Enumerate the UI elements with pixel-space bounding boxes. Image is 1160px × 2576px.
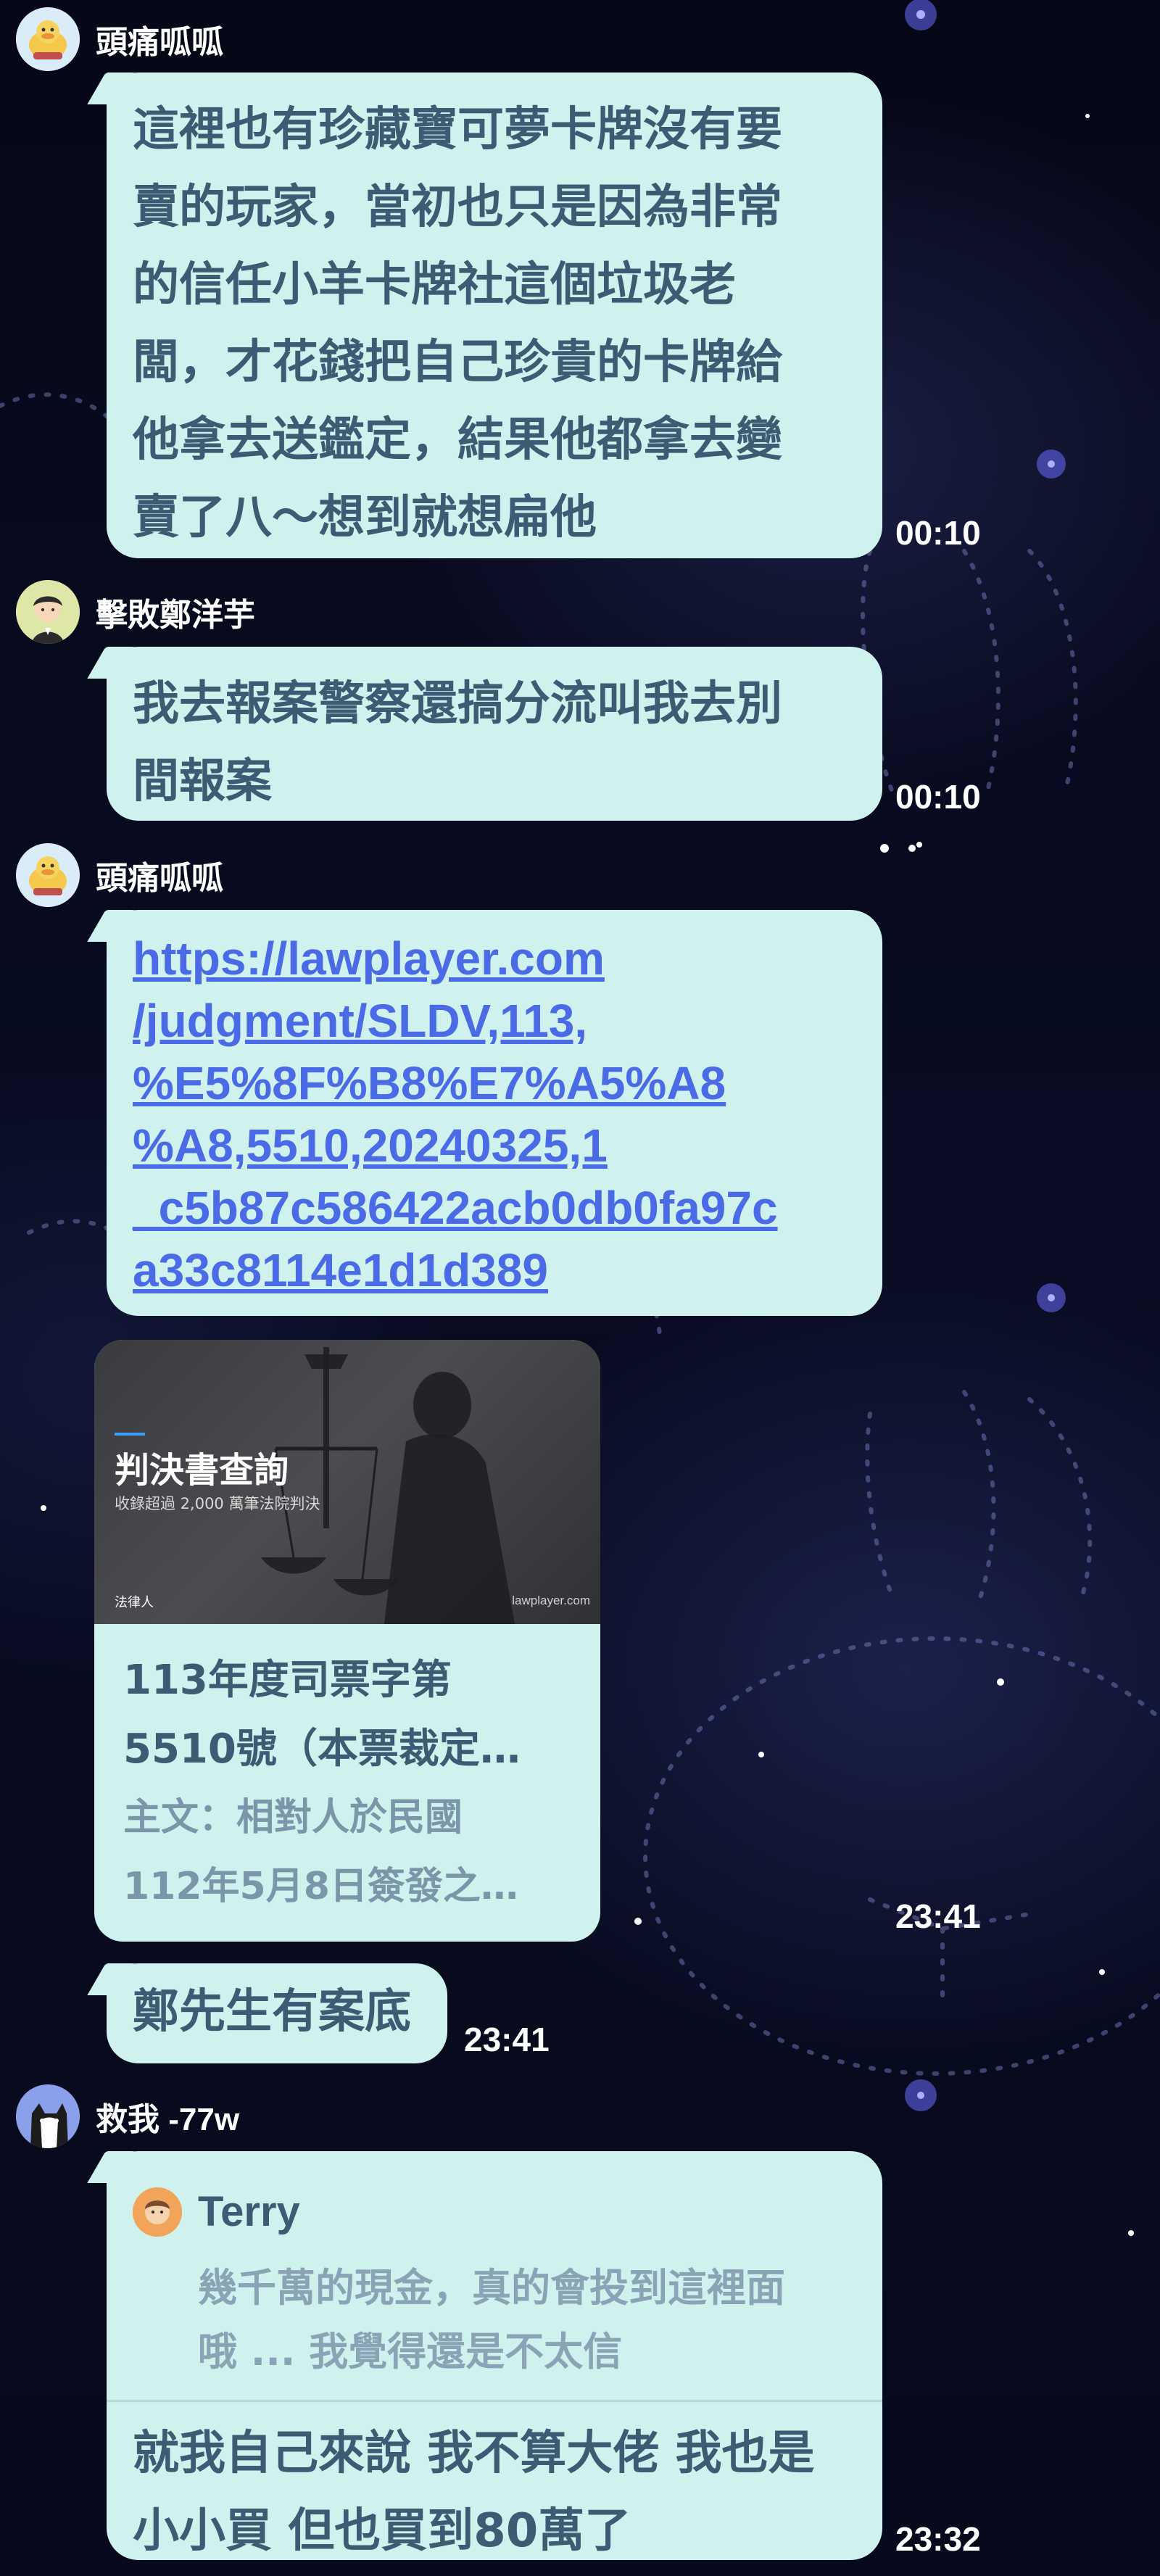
- link-line[interactable]: https://lawplayer.com: [133, 927, 856, 990]
- duck-avatar-icon[interactable]: [16, 7, 80, 71]
- link-line[interactable]: _c5b87c586422acb0db0fa97c: [133, 1177, 856, 1239]
- quoted-sender-name: Terry: [198, 2188, 300, 2235]
- message-bubble[interactable]: 我去報案警察還搞分流叫我去別 間報案: [87, 647, 882, 821]
- preview-accent-bar: [115, 1433, 145, 1436]
- sender-name: 頭痛呱呱: [96, 25, 223, 60]
- terry-avatar-icon: [133, 2187, 182, 2237]
- duck-avatar-icon[interactable]: [16, 843, 80, 907]
- link-line[interactable]: %A8,5510,20240325,1: [133, 1114, 856, 1177]
- reply-message-bubble[interactable]: Terry 幾千萬的現金，真的會投到這裡面 哦 ... 我覺得還是不太信 就我自…: [87, 2151, 882, 2560]
- preview-body[interactable]: 113年度司票字第 5510號（本票裁定… 主文：相對人於民國 112年5月8日…: [94, 1624, 600, 1921]
- preview-image-title: 判決書查詢: [115, 1450, 289, 1491]
- sender-name: 擊敗鄭洋芋: [96, 597, 255, 633]
- message-bubble[interactable]: 這裡也有珍藏寶可夢卡牌沒有要 賣的玩家，當初也只是因為非常 的信任小羊卡牌社這個…: [87, 73, 882, 558]
- preview-description-line: 主文：相對人於民國: [123, 1796, 463, 1839]
- message-time: 23:41: [895, 1897, 981, 1935]
- message-text: 我去報案警察還搞分流叫我去別 間報案: [133, 677, 782, 808]
- message-sender[interactable]: 頭痛呱呱: [16, 7, 223, 71]
- preview-domain: lawplayer.com: [512, 1594, 590, 1607]
- message-text: 就我自己來說 我不算大佬 我也是 小小買 但也買到80萬了: [133, 2427, 815, 2558]
- link-line[interactable]: %E5%8F%B8%E7%A5%A8: [133, 1052, 856, 1114]
- message-bubble[interactable]: 鄭先生有案底: [87, 1963, 447, 2063]
- message-time: 00:10: [895, 778, 981, 816]
- quoted-message[interactable]: Terry 幾千萬的現金，真的會投到這裡面 哦 ... 我覺得還是不太信: [133, 2173, 856, 2384]
- message-time: 23:41: [464, 2021, 550, 2058]
- reply-divider: [107, 2400, 882, 2402]
- link-message-bubble[interactable]: https://lawplayer.com /judgment/SLDV,113…: [87, 910, 882, 1316]
- cat-avatar-icon[interactable]: [16, 2084, 80, 2148]
- link-line[interactable]: /judgment/SLDV,113,: [133, 990, 856, 1052]
- person-avatar-icon[interactable]: [16, 580, 80, 644]
- preview-image-subtitle: 收錄超過 2,000 萬筆法院判決: [115, 1495, 320, 1512]
- preview-logo: 法律人: [115, 1595, 154, 1610]
- message-sender[interactable]: 擊敗鄭洋芋: [16, 580, 255, 644]
- quoted-text: 幾千萬的現金，真的會投到這裡面 哦 ... 我覺得還是不太信: [198, 2265, 785, 2374]
- preview-image[interactable]: 判決書查詢 收錄超過 2,000 萬筆法院判決 法律人 lawplayer.co…: [94, 1340, 600, 1624]
- message-time: 23:32: [895, 2520, 981, 2558]
- message-sender[interactable]: 救我 -77w: [16, 2084, 239, 2148]
- message-sender[interactable]: 頭痛呱呱: [16, 843, 223, 907]
- preview-title-line: 5510號（本票裁定…: [123, 1726, 521, 1773]
- sender-name: 頭痛呱呱: [96, 861, 223, 896]
- message-text: 鄭先生有案底: [133, 1985, 411, 2039]
- preview-title-line: 113年度司票字第: [123, 1657, 452, 1704]
- message-text: 這裡也有珍藏寶可夢卡牌沒有要 賣的玩家，當初也只是因為非常 的信任小羊卡牌社這個…: [133, 103, 782, 544]
- message-time: 00:10: [895, 514, 981, 552]
- link-line[interactable]: a33c8114e1d1d389: [133, 1239, 856, 1301]
- link-preview-card[interactable]: 判決書查詢 收錄超過 2,000 萬筆法院判決 法律人 lawplayer.co…: [94, 1340, 600, 1942]
- sender-name: 救我 -77w: [96, 2102, 240, 2137]
- judgment-link[interactable]: https://lawplayer.com /judgment/SLDV,113…: [133, 927, 856, 1301]
- preview-description-line: 112年5月8日簽發之…: [123, 1865, 518, 1908]
